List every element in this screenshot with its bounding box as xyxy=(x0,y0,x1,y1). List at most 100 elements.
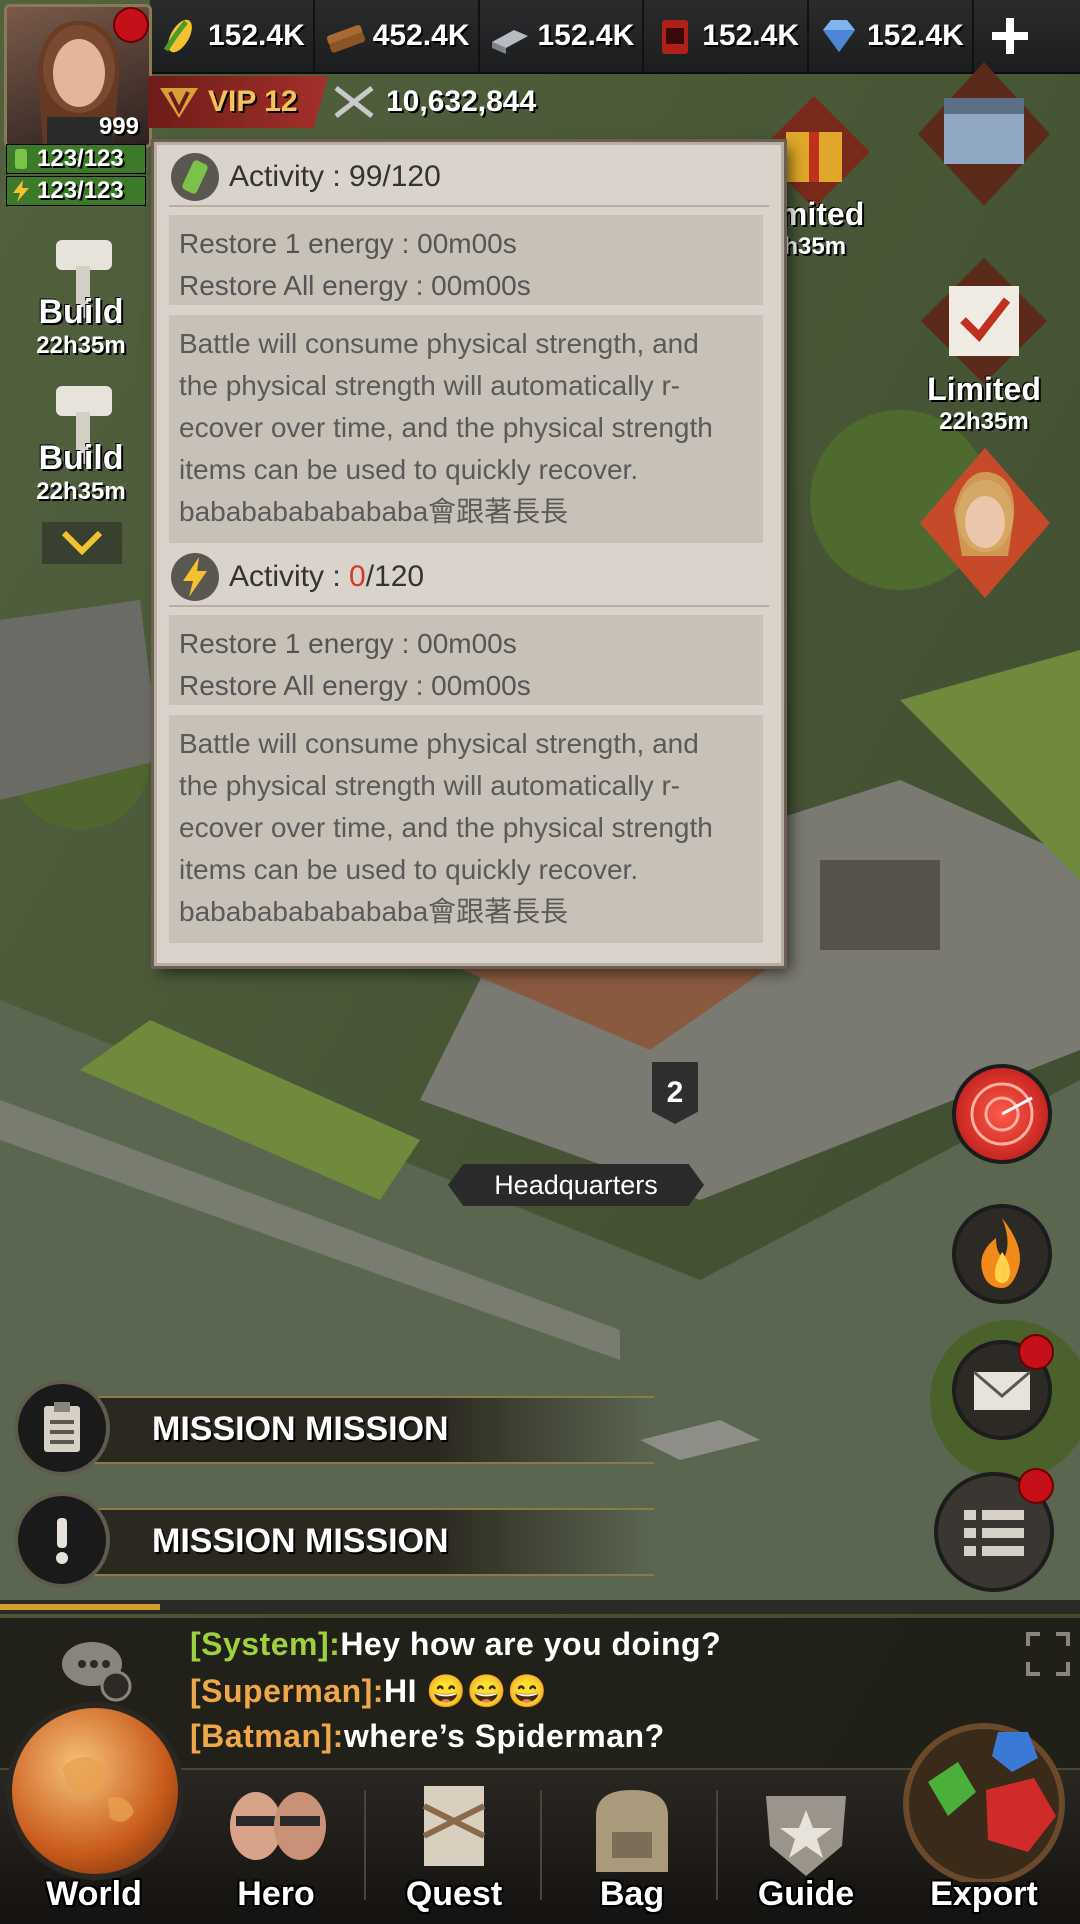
energy-bar-yellow[interactable]: 123/123 xyxy=(6,176,146,206)
radar-button[interactable] xyxy=(952,1064,1052,1164)
headquarters-label[interactable]: Headquarters xyxy=(448,1164,704,1206)
mission-bar-1[interactable]: MISSION MISSION xyxy=(14,1380,674,1476)
battery-icon xyxy=(15,149,27,169)
mission-icon-circle xyxy=(14,1380,110,1476)
limited-calendar-event[interactable]: Limited 22h35m xyxy=(914,256,1054,436)
heroes-icon xyxy=(230,1792,326,1860)
expand-queue-button[interactable] xyxy=(42,522,122,564)
nav-label: Hero xyxy=(237,1875,315,1913)
nav-bag[interactable]: Bag xyxy=(544,1776,720,1922)
energy-bar-green[interactable]: 123/123 xyxy=(6,144,146,174)
activity-current: 0 xyxy=(349,560,366,593)
menu-notification-dot xyxy=(1020,1470,1052,1502)
activity-description-yellow: Battle will consume physical strength, a… xyxy=(169,715,763,943)
add-resource-button[interactable] xyxy=(982,8,1038,64)
restore-one-text: Restore 1 energy : 00m00s xyxy=(179,628,517,659)
chat-top-strip xyxy=(0,1600,1080,1614)
lightning-icon xyxy=(171,553,219,601)
fire-event-button[interactable] xyxy=(952,1204,1052,1304)
limited-gift-text: imited 2h35m xyxy=(770,196,870,261)
activity-yellow-header: Activity : 0/120 xyxy=(169,549,769,607)
mission-bar-2[interactable]: MISSION MISSION xyxy=(14,1492,674,1588)
restore-info-yellow: Restore 1 energy : 00m00s Restore All en… xyxy=(169,615,763,705)
mission-icon-circle xyxy=(14,1492,110,1588)
chat-sender: [System]: xyxy=(190,1626,341,1662)
description-line: the physical strength will automatically… xyxy=(179,370,681,401)
star-badge-icon xyxy=(766,1796,846,1876)
chat-text: where’s Spiderman? xyxy=(343,1718,665,1754)
build-queue-1[interactable]: Build 22h35m xyxy=(26,232,136,359)
event-label: imited xyxy=(770,196,865,232)
energy-green-value: 123/123 xyxy=(37,145,124,172)
restore-one-text: Restore 1 energy : 00m00s xyxy=(179,228,517,259)
description-line: Battle will consume physical strength, a… xyxy=(179,328,699,359)
description-line: items can be used to quickly recover. xyxy=(179,854,639,885)
chevron-down-icon xyxy=(62,531,102,555)
vip-badge[interactable]: VIP 12 xyxy=(148,76,328,128)
nav-export[interactable]: Export xyxy=(896,1776,1072,1922)
restore-info-green: Restore 1 energy : 00m00s Restore All en… xyxy=(169,215,763,305)
build-label: Build xyxy=(38,293,124,331)
fuel-icon xyxy=(662,20,689,54)
diamond-chest-icon xyxy=(918,62,1050,206)
build-label: Build xyxy=(38,439,124,477)
mission-label: MISSION MISSION xyxy=(152,1410,449,1448)
nav-label: Export xyxy=(930,1875,1038,1913)
exclamation-icon xyxy=(56,1518,68,1564)
chat-message: [System]:Hey how are you doing? xyxy=(190,1626,721,1663)
build-timer: 22h35m xyxy=(36,478,126,505)
flame-icon xyxy=(981,1218,1020,1288)
radar-icon xyxy=(970,1082,1034,1146)
diamond-icon xyxy=(823,20,855,52)
activity-green-header: Activity : 99/120 xyxy=(169,149,769,207)
nav-label: World xyxy=(46,1875,142,1913)
nav-hero[interactable]: Hero xyxy=(188,1776,364,1922)
nav-world[interactable]: World xyxy=(6,1776,182,1922)
event-timer: 2h35m xyxy=(770,233,847,260)
chat-globe-icon xyxy=(62,1642,132,1702)
resource-fuel[interactable]: 152.4K xyxy=(644,0,809,72)
description-line: babababababababa會跟著長長 xyxy=(179,496,569,527)
description-line: Battle will consume physical strength, a… xyxy=(179,728,699,759)
diamond-chest-event[interactable] xyxy=(914,58,1054,213)
clipboard-icon xyxy=(44,1402,80,1452)
nav-guide[interactable]: Guide xyxy=(718,1776,894,1922)
restore-all-text: Restore All energy : 00m00s xyxy=(179,270,531,301)
chat-message: [Superman]:HI 😄😄😄 xyxy=(190,1672,547,1710)
player-avatar[interactable]: 999 xyxy=(4,4,152,148)
resource-corn[interactable]: 152.4K xyxy=(150,0,315,72)
energy-yellow-value: 123/123 xyxy=(37,177,124,204)
resource-steel[interactable]: 152.4K xyxy=(480,0,645,72)
chat-text: Hey how are you doing? xyxy=(340,1626,722,1662)
hero-event[interactable] xyxy=(918,446,1052,600)
nav-label: Guide xyxy=(757,1875,855,1913)
activity-label: Activity : xyxy=(229,560,350,593)
description-line: the physical strength will automatically… xyxy=(179,770,681,801)
wood-icon xyxy=(326,25,365,53)
vip-shield-icon xyxy=(160,88,198,118)
mission-banner: MISSION MISSION xyxy=(94,1508,654,1576)
activity-label: Activity : xyxy=(229,160,350,193)
activity-max: /120 xyxy=(365,560,425,593)
notification-dot xyxy=(115,9,147,41)
description-line: babababababababa會跟著長長 xyxy=(179,896,569,927)
nav-label: Quest xyxy=(405,1875,503,1913)
fullscreen-icon[interactable] xyxy=(1024,1630,1072,1678)
chat-sender: [Batman]: xyxy=(190,1718,344,1754)
activity-current: 99 xyxy=(349,160,383,193)
mission-banner: MISSION MISSION xyxy=(94,1396,654,1464)
event-timer: 22h35m xyxy=(939,408,1029,435)
event-label: Limited xyxy=(927,371,1041,407)
nav-divider xyxy=(540,1790,542,1900)
chat-sender: [Superman]: xyxy=(190,1673,384,1709)
resource-wood[interactable]: 452.4K xyxy=(315,0,480,72)
combat-power[interactable]: 10,632,844 xyxy=(332,76,592,128)
mail-notification-dot xyxy=(1020,1336,1052,1368)
building-level-flag[interactable]: 2 xyxy=(652,1062,698,1124)
nav-label: Bag xyxy=(599,1875,665,1913)
limited-gift-caption: imited 2h35m xyxy=(770,196,870,261)
build-queue-2[interactable]: Build 22h35m xyxy=(26,378,136,505)
nav-quest[interactable]: Quest xyxy=(366,1776,542,1922)
progress-fill xyxy=(0,1604,160,1610)
activity-max: /120 xyxy=(382,160,441,193)
